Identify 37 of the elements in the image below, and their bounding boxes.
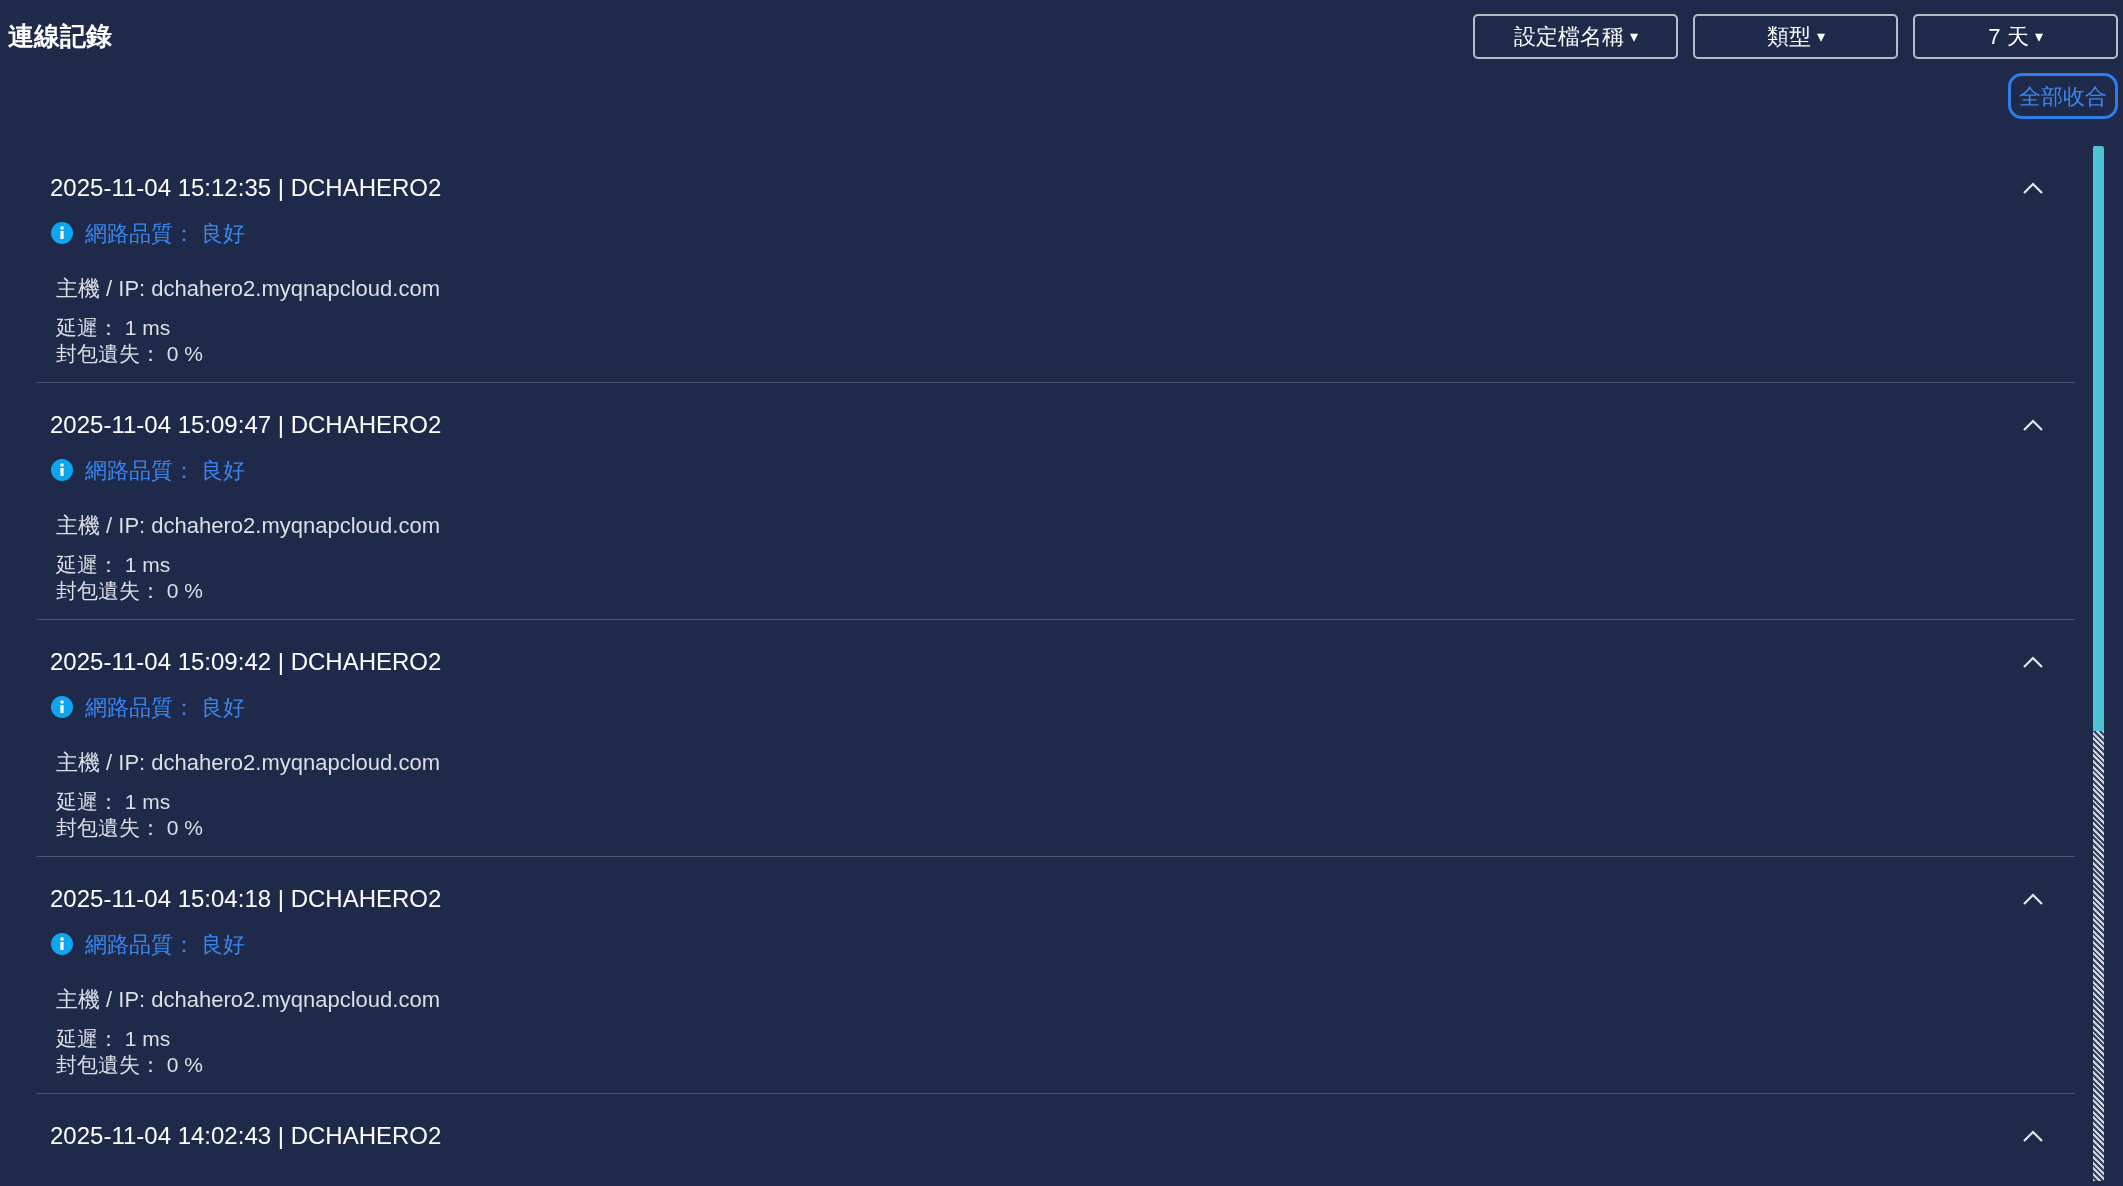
entry-header: 2025-11-04 15:09:42 | DCHAHERO2 [49,648,442,676]
collapse-all-button[interactable]: 全部收合 [2008,73,2118,119]
filter-dropdown[interactable]: 設定檔名稱 ▾ [1473,14,1678,59]
entry-header: 2025-11-04 14:02:43 | DCHAHERO2 [49,1122,442,1150]
network-quality: 網路品質： 良好 [85,693,246,722]
entry-header: 2025-11-04 15:12:35 | DCHAHERO2 [49,174,442,202]
entry-header: 2025-11-04 15:09:47 | DCHAHERO2 [49,411,442,439]
scrollbar-thumb[interactable] [2093,146,2104,731]
chevron-up-icon[interactable] [2022,1129,2044,1143]
info-icon [51,696,73,718]
host-address: 主機 / IP: dchahero2.myqnapcloud.com [55,749,440,774]
scrollbar[interactable] [2093,146,2104,1181]
latency-text: 延遲： 1 ms [55,789,171,812]
chevron-up-icon[interactable] [2022,655,2044,669]
chevron-up-icon[interactable] [2022,892,2044,906]
network-quality: 網路品質： 良好 [85,456,246,485]
info-icon [51,933,73,955]
packet-loss-text: 封包遺失： 0 % [55,341,204,366]
page-title: 連線記錄 [8,20,112,53]
latency-text: 延遲： 1 ms [55,1026,171,1049]
network-quality: 網路品質： 良好 [85,930,246,959]
packet-loss-text: 封包遺失： 0 % [55,815,204,840]
info-icon [51,222,73,244]
chevron-up-icon[interactable] [2022,418,2044,432]
info-icon [51,459,73,481]
host-address: 主機 / IP: dchahero2.myqnapcloud.com [55,986,440,1011]
packet-loss-text: 封包遺失： 0 % [55,1052,204,1077]
latency-text: 延遲： 1 ms [55,315,171,338]
filter-dropdown[interactable]: 7 天 ▾ [1913,14,2118,59]
latency-text: 延遲： 1 ms [55,552,171,575]
chevron-up-icon[interactable] [2022,181,2044,195]
packet-loss-text: 封包遺失： 0 % [55,578,204,603]
filter-dropdown[interactable]: 類型 ▾ [1693,14,1898,59]
network-quality: 網路品質： 良好 [85,219,246,248]
host-address: 主機 / IP: dchahero2.myqnapcloud.com [55,512,440,537]
entry-header: 2025-11-04 15:04:18 | DCHAHERO2 [49,885,442,913]
host-address: 主機 / IP: dchahero2.myqnapcloud.com [55,275,440,300]
